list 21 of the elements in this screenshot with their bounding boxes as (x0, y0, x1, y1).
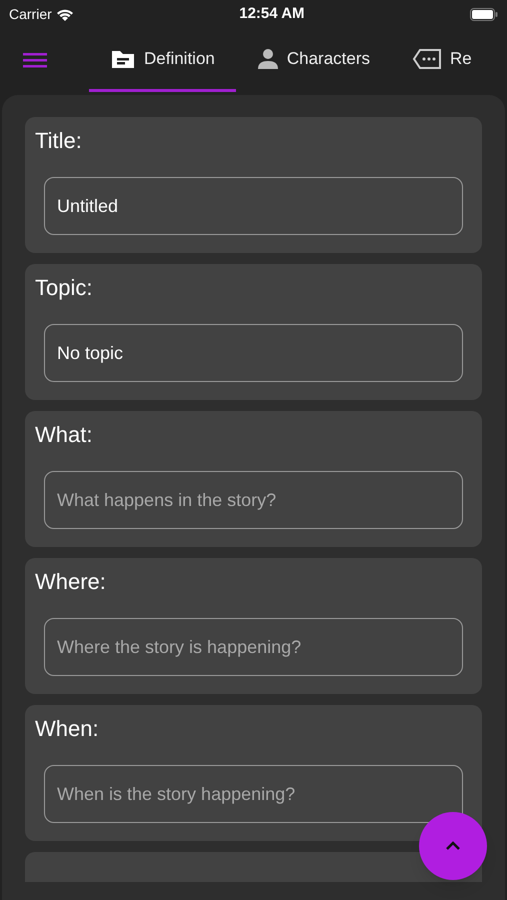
input-field[interactable]: No topic (44, 324, 463, 382)
field-label: Where: (35, 568, 107, 596)
battery-icon (470, 8, 498, 20)
clock-time: 12:54 AM (239, 4, 305, 24)
field-label: When: (35, 715, 100, 743)
input-field[interactable]: When is the story happening? (44, 765, 463, 823)
field-label: Topic: (35, 274, 94, 302)
wifi-icon (56, 8, 74, 20)
field-label: What: (35, 421, 94, 449)
field-label: Title: (35, 127, 83, 155)
person-icon (256, 48, 279, 70)
chevron-up-icon (445, 841, 461, 851)
input-field[interactable]: What happens in the story? (44, 471, 463, 529)
input-field[interactable]: Where the story is happening? (44, 618, 463, 676)
input-field[interactable]: Untitled (44, 177, 463, 235)
tab[interactable]: Re (391, 28, 493, 92)
tab[interactable]: Characters (236, 28, 392, 92)
tab[interactable]: Definition (89, 28, 236, 92)
menu-icon (23, 52, 47, 68)
tag-icon (412, 48, 442, 70)
carrier-label: Carrier (9, 4, 52, 24)
